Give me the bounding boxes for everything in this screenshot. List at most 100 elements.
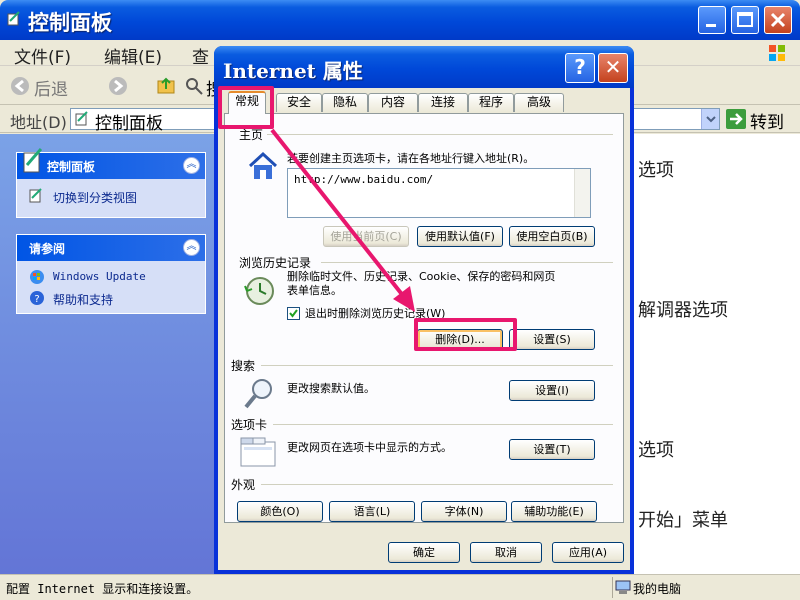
group-divider — [321, 262, 613, 263]
menu-edit[interactable]: 编辑(E) — [104, 43, 162, 68]
status-zone: 我的电脑 — [612, 577, 798, 598]
item-label[interactable]: 开始」菜单 — [638, 506, 728, 532]
back-button-label[interactable]: 后退 — [34, 75, 68, 100]
collapse-chevron-icon[interactable]: ︽ — [183, 239, 200, 256]
menu-file[interactable]: 文件(F) — [14, 43, 71, 68]
my-computer-icon — [615, 580, 631, 594]
task-sidebar: 控制面板 ︽ 切换到分类视图 请参阅 ︽ Windows Update ? 帮助… — [0, 134, 222, 574]
control-panel-icon — [75, 111, 88, 126]
search-description: 更改搜索默认值。 — [287, 382, 375, 395]
use-default-button[interactable]: 使用默认值(F) — [417, 226, 503, 247]
use-blank-button[interactable]: 使用空白页(B) — [509, 226, 595, 247]
go-arrow-icon — [726, 109, 746, 129]
tab-programs[interactable]: 程序 — [468, 93, 514, 112]
search-settings-button[interactable]: 设置(I) — [509, 380, 595, 401]
collapse-chevron-icon[interactable]: ︽ — [183, 157, 200, 174]
task-pane-title: 控制面板 — [47, 160, 96, 174]
tab-privacy[interactable]: 隐私 — [322, 93, 368, 112]
history-description-line1: 删除临时文件、历史记录、Cookie、保存的密码和网页 — [287, 270, 556, 283]
switch-category-view-link[interactable]: 切换到分类视图 — [53, 189, 137, 206]
maximize-icon — [737, 12, 753, 27]
dialog-title: Internet 属性 — [223, 59, 363, 83]
close-button[interactable] — [764, 6, 792, 34]
homepage-url-input[interactable]: http://www.baidu.com/ — [287, 168, 591, 218]
colors-button[interactable]: 颜色(O) — [237, 501, 323, 522]
homepage-scrollbar[interactable] — [574, 169, 590, 217]
address-label: 地址(D) — [10, 113, 67, 132]
use-current-button[interactable]: 使用当前页(C) — [323, 226, 409, 247]
apply-button[interactable]: 应用(A) — [552, 542, 624, 563]
control-panel-icon — [7, 11, 20, 26]
delete-on-exit-checkbox[interactable] — [287, 307, 300, 320]
minimize-button[interactable] — [698, 6, 726, 34]
help-button[interactable]: ? — [565, 53, 595, 83]
tab-connections[interactable]: 连接 — [418, 93, 468, 112]
group-divider — [267, 134, 613, 135]
address-dropdown-button[interactable] — [701, 109, 719, 129]
tabs-description: 更改网页在选项卡中显示的方式。 — [287, 441, 452, 454]
delete-button-highlight — [414, 318, 517, 351]
home-icon — [248, 151, 278, 179]
up-folder-icon[interactable] — [156, 76, 176, 96]
accessibility-button[interactable]: 辅助功能(E) — [511, 501, 597, 522]
search-icon[interactable] — [184, 76, 204, 96]
fonts-button[interactable]: 字体(N) — [421, 501, 507, 522]
tab-security[interactable]: 安全 — [276, 93, 322, 112]
group-divider — [273, 424, 613, 425]
status-text: 配置 Internet 显示和连接设置。 — [6, 582, 199, 596]
tabs-group-title: 选项卡 — [231, 418, 268, 432]
languages-button[interactable]: 语言(L) — [329, 501, 415, 522]
item-label[interactable]: 选项 — [638, 156, 674, 182]
help-icon: ? — [574, 55, 586, 79]
item-label[interactable]: 解调器选项 — [638, 296, 728, 322]
control-panel-titlebar[interactable]: 控制面板 — [0, 0, 800, 40]
checkmark-icon — [289, 309, 298, 318]
svg-text:?: ? — [34, 294, 39, 305]
see-also-header[interactable]: 请参阅 ︽ — [17, 235, 205, 261]
window-title: 控制面板 — [28, 11, 112, 35]
dialog-close-button[interactable]: ✕ — [598, 53, 628, 83]
control-panel-task-pane: 控制面板 ︽ 切换到分类视图 — [16, 148, 206, 218]
control-panel-icon — [23, 148, 43, 173]
go-label: 转到 — [750, 113, 784, 133]
item-label[interactable]: 选项 — [638, 436, 674, 462]
see-also-task-pane: 请参阅 ︽ Windows Update ? 帮助和支持 — [16, 234, 206, 314]
group-divider — [261, 484, 613, 485]
tab-content[interactable]: 内容 — [368, 93, 418, 112]
dialog-titlebar[interactable]: Internet 属性 ? ✕ — [214, 46, 634, 88]
address-value: 控制面板 — [95, 114, 163, 134]
task-pane-header[interactable]: 控制面板 ︽ — [17, 148, 205, 179]
history-settings-button[interactable]: 设置(S) — [509, 329, 595, 350]
history-group-title: 浏览历史记录 — [239, 256, 312, 270]
tabs-settings-button[interactable]: 设置(T) — [509, 439, 595, 460]
close-icon — [770, 12, 786, 28]
status-zone-label: 我的电脑 — [633, 582, 682, 596]
back-arrow-icon[interactable] — [10, 76, 30, 96]
menu-view[interactable]: 查 — [192, 43, 209, 68]
status-bar: 配置 Internet 显示和连接设置。 我的电脑 — [0, 574, 800, 600]
ok-button[interactable]: 确定 — [388, 542, 460, 563]
close-icon: ✕ — [604, 55, 622, 79]
windows-update-icon — [30, 270, 44, 284]
magnifier-icon — [244, 379, 272, 409]
maximize-button[interactable] — [731, 6, 759, 34]
minimize-icon — [706, 24, 716, 27]
tab-general[interactable]: 常规 — [228, 91, 266, 114]
go-button[interactable]: 转到 — [726, 108, 796, 133]
switch-view-icon — [29, 188, 42, 203]
cancel-button[interactable]: 取消 — [470, 542, 542, 563]
help-support-link[interactable]: 帮助和支持 — [53, 291, 113, 308]
history-clock-icon — [244, 277, 274, 305]
search-group-title: 搜索 — [231, 359, 256, 373]
homepage-url-value: http://www.baidu.com/ — [294, 173, 434, 186]
internet-properties-dialog: Internet 属性 ? ✕ 常规 安全 隐私 内容 连接 程序 高级 主页 … — [214, 46, 634, 574]
tab-advanced[interactable]: 高级 — [514, 93, 564, 112]
windows-update-link[interactable]: Windows Update — [53, 270, 146, 283]
homepage-description: 若要创建主页选项卡，请在各地址行键入地址(R)。 — [287, 152, 535, 165]
group-divider — [261, 365, 613, 366]
appearance-group-title: 外观 — [231, 478, 256, 492]
see-also-title: 请参阅 — [29, 242, 66, 256]
windows-logo-icon — [769, 45, 785, 61]
forward-arrow-icon[interactable] — [108, 76, 128, 96]
chevron-down-icon — [706, 116, 716, 123]
